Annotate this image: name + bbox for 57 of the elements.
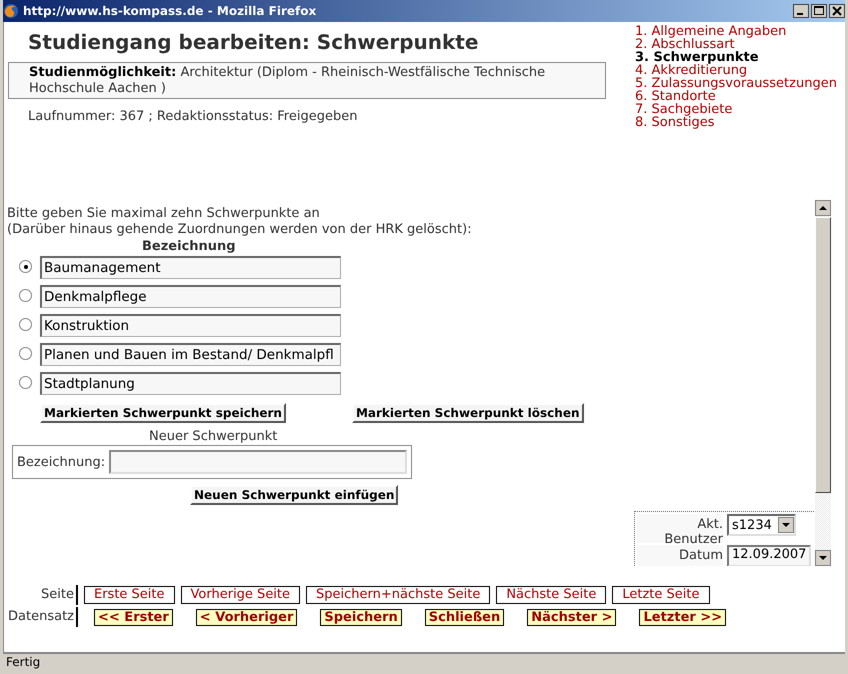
radio-button[interactable] <box>19 347 32 360</box>
scroll-down-icon[interactable] <box>815 550 831 566</box>
step-link[interactable]: 4. Akkreditierung <box>635 64 845 77</box>
row-label: Seite <box>4 585 78 605</box>
record-button[interactable]: Nächster > <box>527 608 616 626</box>
record-button[interactable]: << Erster <box>94 608 173 626</box>
step-link[interactable]: 3. Schwerpunkte <box>635 51 845 64</box>
info-box: Studienmöglichkeit: Architektur (Diplom - Rheinisch-Westfälische Technische Hochschule Aachen ) <box>8 62 606 99</box>
radio-button[interactable] <box>19 376 32 389</box>
step-link[interactable]: 6. Standorte <box>635 90 845 103</box>
scroll-thumb[interactable] <box>815 217 831 493</box>
browser-logo-icon <box>3 3 19 19</box>
maximize-icon[interactable] <box>811 4 827 18</box>
radio-button[interactable] <box>19 318 32 331</box>
field-label: Akt. Benutzer <box>637 514 723 543</box>
minimize-icon[interactable] <box>793 4 809 18</box>
instruction-text: Bitte geben Sie maximal zehn Schwerpunkte an <box>7 206 321 222</box>
section-title: Neuer Schwerpunkt <box>149 429 278 445</box>
status-bar: Fertig <box>3 652 845 671</box>
step-link[interactable]: 2. Abschlussart <box>635 38 845 51</box>
field-label: Datum <box>637 545 723 566</box>
radio-button[interactable] <box>19 260 32 273</box>
close-icon[interactable] <box>829 4 845 18</box>
date-field[interactable]: 12.09.2007 <box>727 545 812 566</box>
step-link[interactable]: 8. Sonstiges <box>635 116 845 129</box>
text-field[interactable]: Stadtplanung <box>40 372 341 395</box>
user-select[interactable]: s1234 <box>727 514 796 536</box>
action-button[interactable]: Markierten Schwerpunkt speichern <box>40 403 286 423</box>
page-link[interactable]: Vorherige Seite <box>180 586 300 604</box>
scroll-up-icon[interactable] <box>815 200 831 216</box>
text-field[interactable]: Planen und Bauen im Bestand/ Denkmalpfl <box>40 343 341 366</box>
step-link[interactable]: 5. Zulassungsvoraussetzungen <box>635 77 845 90</box>
step-link[interactable]: 1. Allgemeine Angaben <box>635 25 845 38</box>
record-button[interactable]: Speichern <box>320 608 402 626</box>
record-button[interactable]: Schließen <box>424 608 504 626</box>
step-link[interactable]: 7. Sachgebiete <box>635 103 845 116</box>
action-button[interactable]: Markierten Schwerpunkt löschen <box>352 403 584 423</box>
radio-button[interactable] <box>19 289 32 302</box>
row-label: Datensatz <box>4 607 78 627</box>
instruction-text: (Darüber hinaus gehende Zuordnungen werden von der HRK gelöscht): <box>7 222 473 238</box>
page-link[interactable]: Erste Seite <box>84 586 175 604</box>
page-heading: Studiengang bearbeiten: Schwerpunkte <box>28 30 480 54</box>
text-field[interactable]: Denkmalpflege <box>40 285 341 308</box>
field-label: Bezeichnung: <box>17 454 106 470</box>
page-link[interactable]: Speichern+nächste Seite <box>306 586 490 604</box>
text-field[interactable]: Baumanagement <box>40 256 341 279</box>
text-field[interactable]: Konstruktion <box>40 314 341 337</box>
input-field[interactable] <box>109 450 407 474</box>
window-title: http://www.hs-kompass.de - Mozilla Firefox <box>23 4 316 18</box>
page-link[interactable]: Letzte Seite <box>612 586 710 604</box>
record-button[interactable]: < Vorheriger <box>196 608 298 626</box>
record-button[interactable]: Letzter >> <box>639 608 726 626</box>
scrollbar[interactable] <box>815 200 831 566</box>
insert-button[interactable]: Neuen Schwerpunkt einfügen <box>190 485 398 505</box>
status-text: Laufnummer: 367 ; Redaktionsstatus: Freigegeben <box>28 109 358 124</box>
column-header: Bezeichnung <box>142 238 237 256</box>
page-link[interactable]: Nächste Seite <box>496 586 606 604</box>
